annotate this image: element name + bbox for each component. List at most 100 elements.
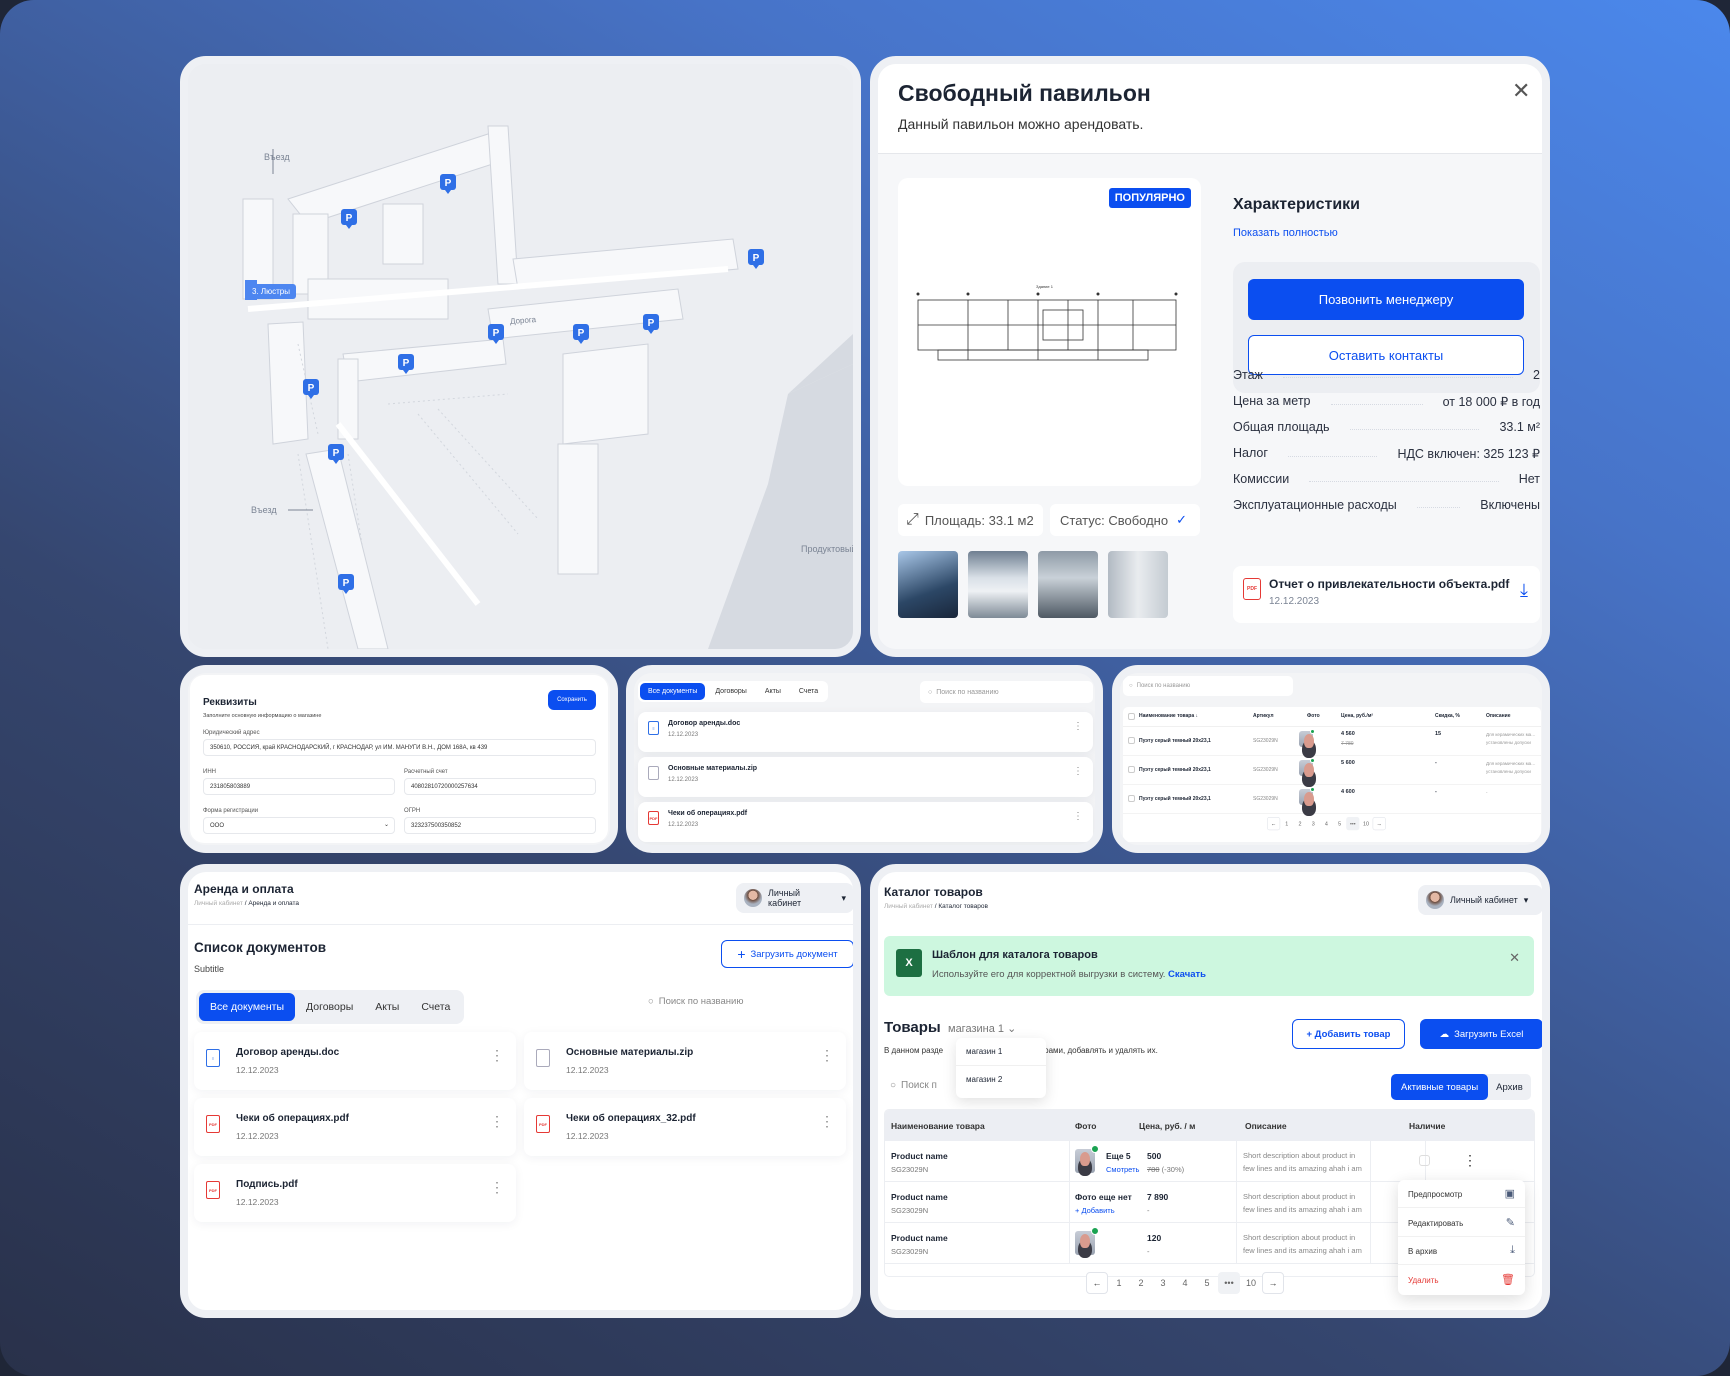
column-header[interactable]: Наименование товара ↓ — [1139, 713, 1198, 719]
upload-excel-button[interactable]: ☁ Загрузить Excel — [1420, 1019, 1542, 1049]
toggle-active[interactable]: Активные товары — [1391, 1074, 1489, 1100]
account-field[interactable]: 40802810720000257634 — [404, 778, 596, 795]
page-button[interactable]: 1 — [1108, 1272, 1130, 1294]
column-header[interactable]: Описание — [1245, 1121, 1287, 1131]
product-photo[interactable] — [1075, 1145, 1099, 1173]
photo-link[interactable]: + Добавить — [1075, 1206, 1115, 1215]
menu-item[interactable]: Предпросмотр ▣ — [1398, 1180, 1525, 1208]
tab[interactable]: Акты — [364, 993, 410, 1021]
column-header[interactable]: Наличие — [1409, 1121, 1445, 1131]
store-option[interactable]: магазин 2 — [956, 1066, 1046, 1093]
row-checkbox[interactable] — [1128, 766, 1135, 773]
breadcrumb-parent[interactable]: Личный кабинет — [884, 903, 933, 910]
close-icon[interactable]: ✕ — [1512, 78, 1530, 104]
photo-thumbnail[interactable] — [898, 551, 958, 618]
show-all-link[interactable]: Показать полностью — [1233, 227, 1338, 239]
more-icon[interactable]: ⋮ — [820, 1048, 834, 1062]
page-button[interactable]: ••• — [1218, 1272, 1240, 1294]
document-card[interactable]: PDF Чеки об операциях_32.pdf 12.12.2023 ⋮ — [524, 1098, 846, 1156]
column-header[interactable]: Фото — [1307, 713, 1320, 719]
table-row[interactable]: Пуэту серый темный 20х23,1 SG23029N 5 600 -… — [1123, 756, 1541, 785]
add-product-button[interactable]: + Добавить товар — [1292, 1019, 1405, 1049]
page-button[interactable]: 10 — [1240, 1272, 1262, 1294]
tab[interactable]: Все документы — [640, 683, 706, 700]
file-card[interactable]: PDF Отчет о привлекательности объекта.pd… — [1233, 566, 1540, 623]
column-header[interactable]: Фото — [1075, 1121, 1096, 1131]
document-item[interactable]: PDF Чеки об операциях.pdf 12.12.2023 ⋮ — [638, 802, 1093, 842]
page-button[interactable]: 1 — [1280, 817, 1293, 830]
menu-item[interactable]: Редактировать ✎ — [1398, 1209, 1525, 1237]
more-icon[interactable]: ⋮ — [820, 1114, 834, 1128]
save-button[interactable]: Сохранить — [548, 690, 596, 710]
tab[interactable]: Счета — [791, 683, 826, 700]
search-input[interactable]: ○ Поиск п — [890, 1080, 937, 1091]
table-row[interactable]: Product name SG23029N Еще 5 Смотреть 500 780 … — [885, 1141, 1534, 1182]
page-button[interactable]: 4 — [1174, 1272, 1196, 1294]
store-option[interactable]: магазин 1 — [956, 1038, 1046, 1066]
form-select[interactable]: ООО ⌄ — [203, 817, 395, 834]
search-input[interactable]: ○ Поиск по названию — [1123, 676, 1293, 696]
tab[interactable]: Договоры — [707, 683, 754, 700]
floor-plan-card[interactable]: ПОПУЛЯРНО Здание 1 — [898, 178, 1201, 486]
call-manager-button[interactable]: Позвонить менеджеру — [1248, 279, 1524, 320]
column-header[interactable]: Скидка, % — [1435, 713, 1460, 719]
menu-item[interactable]: Удалить 🗑 — [1398, 1266, 1525, 1294]
prev-page-button[interactable]: ← — [1086, 1272, 1108, 1294]
tab[interactable]: Все документы — [199, 993, 296, 1021]
page-button[interactable]: 2 — [1130, 1272, 1152, 1294]
inn-field[interactable]: 231805803889 — [203, 778, 395, 795]
column-header[interactable]: Наименование товара — [891, 1121, 985, 1131]
store-select[interactable]: магазина 1 ⌄ — [948, 1022, 1016, 1035]
table-row[interactable]: Пуэту серый темный 20х23,1 SG23029N 4 600 -… — [1123, 785, 1541, 814]
ogrn-field[interactable]: 323237500350852 — [404, 817, 596, 834]
page-button[interactable]: 3 — [1152, 1272, 1174, 1294]
page-button[interactable]: 5 — [1196, 1272, 1218, 1294]
more-icon[interactable]: ⋮ — [490, 1180, 504, 1194]
column-header[interactable]: Описание — [1486, 713, 1510, 719]
tab[interactable]: Договоры — [295, 993, 364, 1021]
document-card[interactable]: PDF Подпись.pdf 12.12.2023 ⋮ — [194, 1164, 516, 1222]
page-button[interactable]: ••• — [1346, 817, 1360, 831]
product-photo[interactable] — [1299, 729, 1315, 748]
next-page-button[interactable]: → — [1372, 817, 1386, 831]
next-page-button[interactable]: → — [1262, 1272, 1284, 1294]
document-card[interactable]: Основные материалы.zip 12.12.2023 ⋮ — [524, 1032, 846, 1090]
breadcrumb-parent[interactable]: Личный кабинет — [194, 900, 243, 907]
row-checkbox[interactable] — [1128, 795, 1135, 802]
prev-page-button[interactable]: ← — [1267, 817, 1281, 831]
download-icon[interactable]: ⤓ — [1520, 580, 1528, 601]
page-button[interactable]: 5 — [1333, 817, 1346, 830]
page-button[interactable]: 4 — [1320, 817, 1333, 830]
document-card[interactable]: PDF Чеки об операциях.pdf 12.12.2023 ⋮ — [194, 1098, 516, 1156]
close-icon[interactable]: ✕ — [1509, 950, 1520, 966]
account-menu[interactable]: Личный кабинет ▾ — [1418, 885, 1542, 915]
select-all-checkbox[interactable] — [1128, 713, 1135, 720]
download-link[interactable]: Скачать — [1168, 969, 1206, 980]
photo-thumbnail[interactable] — [1038, 551, 1098, 618]
column-header[interactable]: Цена, руб. / м — [1139, 1121, 1195, 1131]
photo-thumbnail[interactable] — [1108, 551, 1168, 618]
upload-document-button[interactable]: + Загрузить документ — [721, 940, 853, 968]
menu-item[interactable]: В архив ⤓ — [1398, 1237, 1525, 1265]
column-header[interactable]: Цена, руб./м² — [1341, 713, 1373, 719]
more-icon[interactable]: ⋮ — [1463, 1153, 1477, 1167]
account-menu[interactable]: Личный кабинет ▾ — [736, 883, 853, 913]
more-icon[interactable]: ⋮ — [1073, 722, 1083, 732]
column-header[interactable]: Артикул — [1253, 713, 1274, 719]
toggle-archive[interactable]: Архив — [1488, 1074, 1531, 1100]
photo-link[interactable]: Смотреть — [1106, 1165, 1139, 1174]
search-input[interactable]: ○ Поиск по названию — [920, 681, 1093, 703]
search-input[interactable]: ○ Поиск по названию — [648, 996, 808, 1007]
product-photo[interactable] — [1299, 787, 1315, 806]
tab[interactable]: Счета — [410, 993, 461, 1021]
tab[interactable]: Акты — [757, 683, 789, 700]
document-item[interactable]: Основные материалы.zip 12.12.2023 ⋮ — [638, 757, 1093, 797]
document-item[interactable]: ≡ Договор аренды.doc 12.12.2023 ⋮ — [638, 712, 1093, 752]
row-checkbox[interactable] — [1128, 737, 1135, 744]
product-photo[interactable] — [1299, 758, 1315, 777]
more-icon[interactable]: ⋮ — [1073, 767, 1083, 777]
table-row[interactable]: Пуэту серый темный 20х23,1 SG23029N 4 560 7… — [1123, 727, 1541, 756]
availability-checkbox[interactable] — [1419, 1155, 1430, 1166]
map-selected-label[interactable]: 3. Люстры — [246, 284, 297, 299]
page-button[interactable]: 10 — [1359, 817, 1372, 830]
